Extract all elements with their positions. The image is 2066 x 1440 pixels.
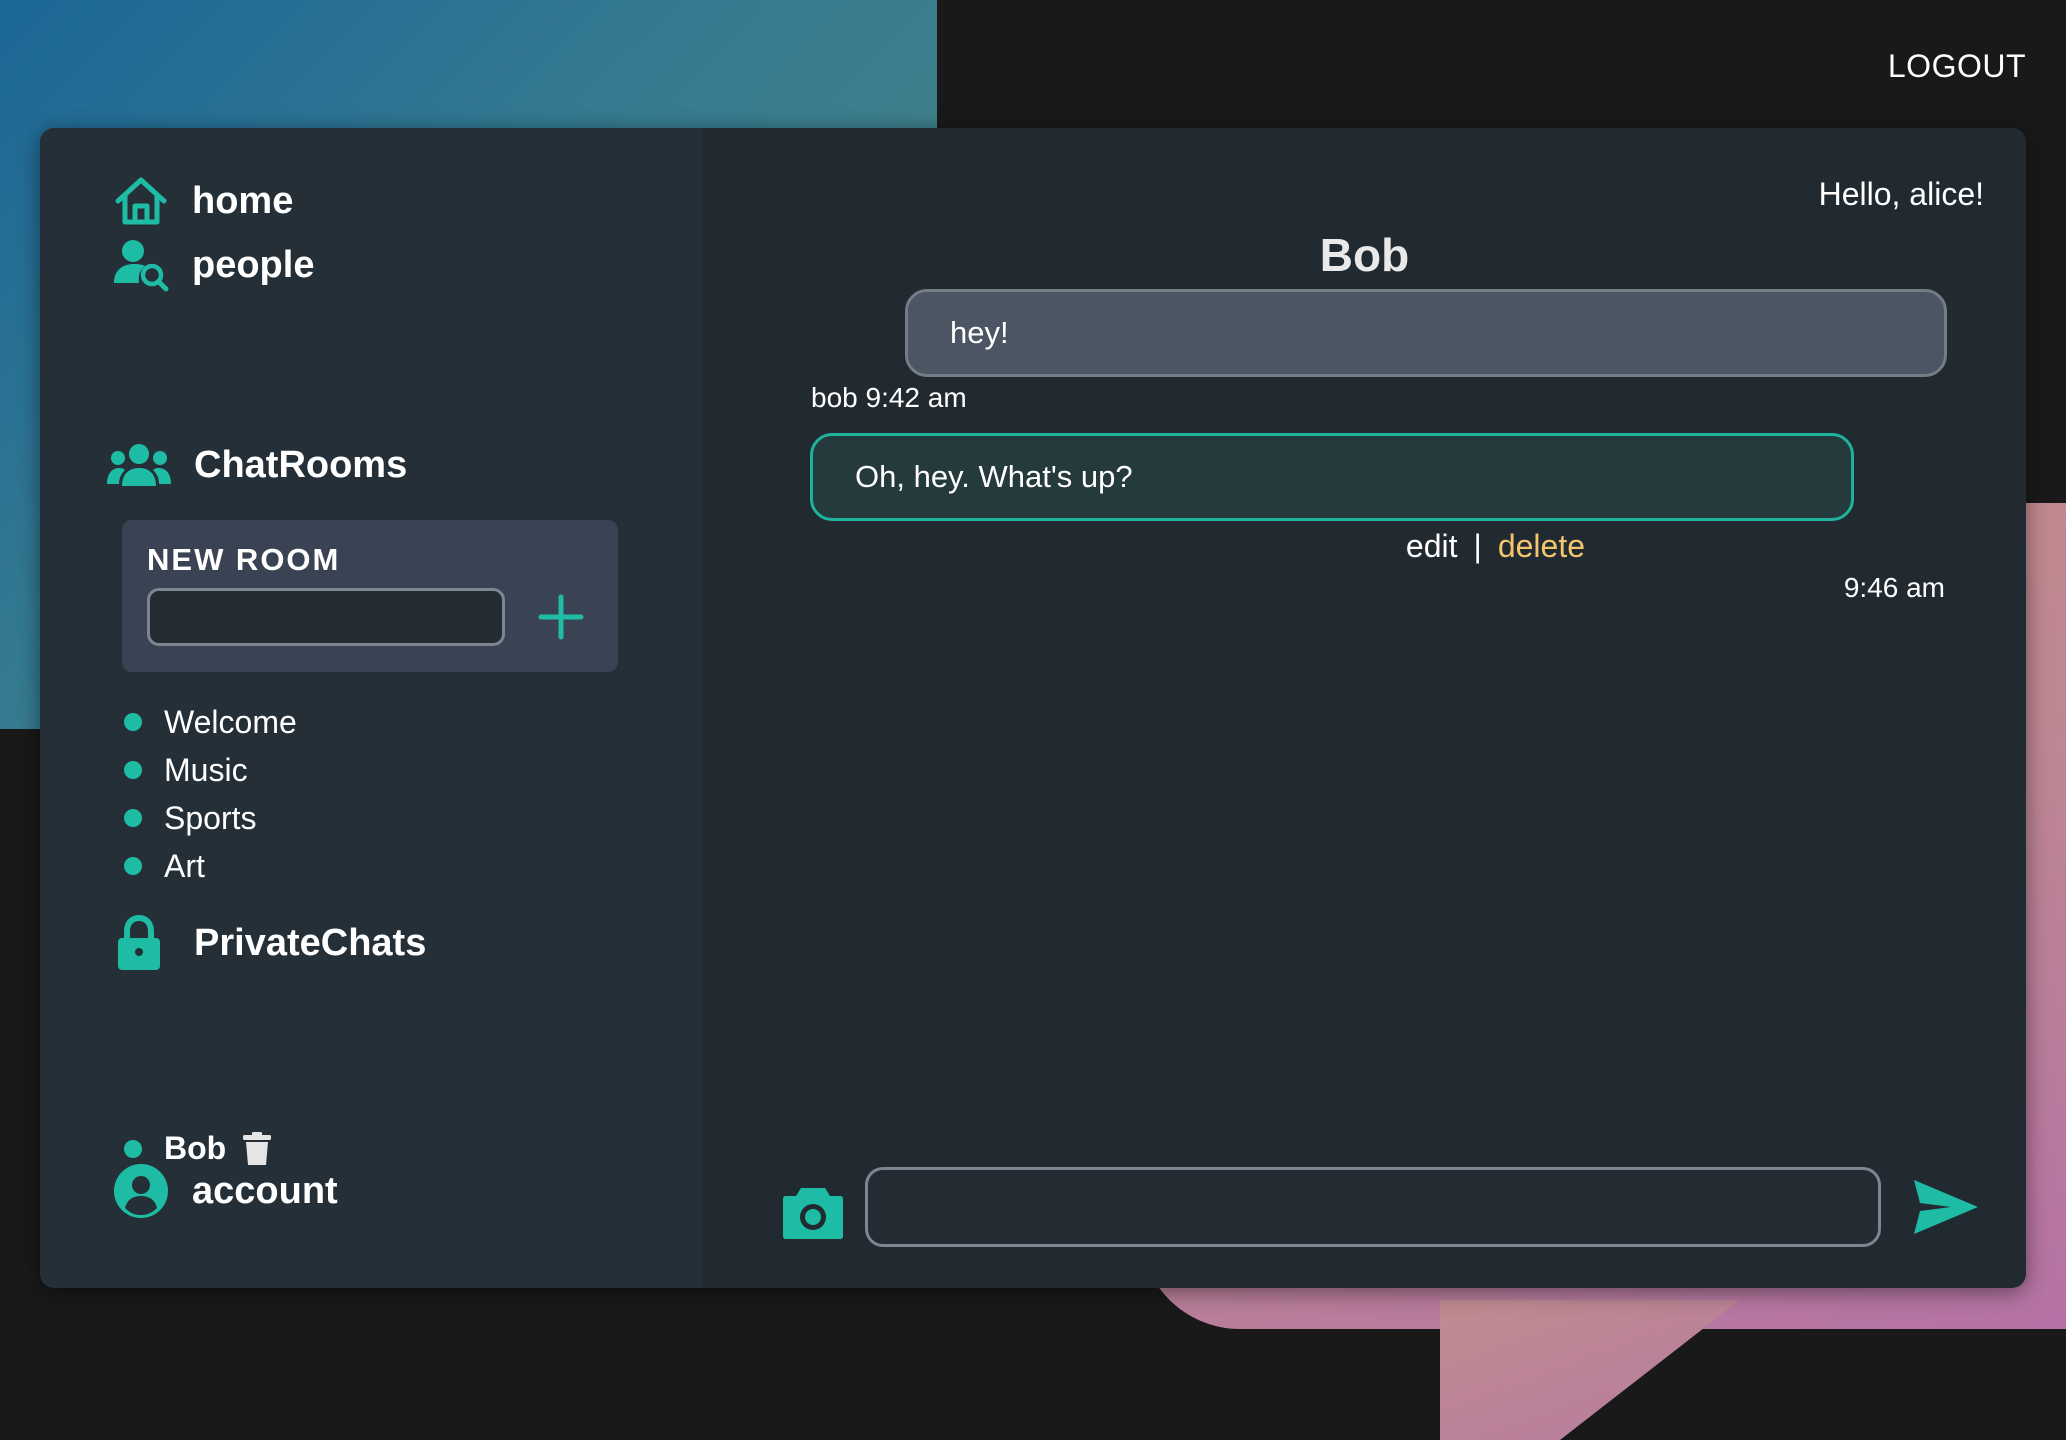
room-label: Sports xyxy=(164,799,257,836)
user-circle-icon xyxy=(110,1160,172,1222)
nav-people-label: people xyxy=(192,243,315,286)
home-icon xyxy=(110,170,172,232)
room-bullet xyxy=(124,857,142,875)
people-search-icon xyxy=(110,234,172,296)
camera-icon xyxy=(783,1188,843,1239)
sidebar: home people ChatRooms NEW ROOM Welcome M… xyxy=(40,128,703,1288)
chatrooms-title: ChatRooms xyxy=(194,443,408,486)
privatechats-header: PrivateChats xyxy=(104,908,426,978)
room-list: Welcome Music Sports Art xyxy=(122,698,297,890)
outgoing-message-bubble: Oh, hey. What's up? xyxy=(810,433,1854,521)
private-chat-bullet xyxy=(124,1139,142,1158)
outgoing-message-meta: 9:46 am xyxy=(1843,572,1945,603)
chat-title: Bob xyxy=(1319,229,1410,281)
send-icon xyxy=(1914,1180,1978,1234)
chatrooms-header: ChatRooms xyxy=(104,430,407,500)
room-bullet xyxy=(124,809,142,827)
message-input[interactable] xyxy=(865,1167,1881,1247)
attach-image-button[interactable] xyxy=(781,1180,845,1244)
new-room-input[interactable] xyxy=(147,588,505,646)
room-bullet xyxy=(124,761,142,779)
greeting-text: Hello, alice! xyxy=(1818,176,1984,212)
add-room-button[interactable] xyxy=(532,588,590,646)
room-item-music[interactable]: Music xyxy=(122,746,297,794)
lock-icon xyxy=(104,908,174,978)
message-text: Oh, hey. What's up? xyxy=(855,459,1133,494)
chat-panel: Hello, alice! Bob hey! bob 9:42 am Oh, h… xyxy=(703,128,2026,1288)
message-actions: edit | delete xyxy=(1406,528,1585,565)
message-text: hey! xyxy=(950,315,1009,350)
send-button[interactable] xyxy=(1911,1174,1981,1240)
room-item-art[interactable]: Art xyxy=(122,842,297,890)
nav-home[interactable]: home xyxy=(110,170,293,232)
background-pink-tail xyxy=(1440,1300,1740,1440)
room-item-sports[interactable]: Sports xyxy=(122,794,297,842)
room-bullet xyxy=(124,713,142,731)
plus-icon xyxy=(538,594,584,640)
room-item-welcome[interactable]: Welcome xyxy=(122,698,297,746)
room-label: Welcome xyxy=(164,703,297,740)
new-room-title: NEW ROOM xyxy=(147,542,341,577)
new-room-panel: NEW ROOM xyxy=(122,520,618,672)
logout-button[interactable]: LOGOUT xyxy=(1888,48,2026,85)
room-label: Art xyxy=(164,847,205,884)
action-separator: | xyxy=(1473,528,1482,564)
nav-account[interactable]: account xyxy=(110,1160,338,1222)
incoming-message-meta: bob 9:42 am xyxy=(811,382,967,413)
group-icon xyxy=(104,430,174,500)
room-label: Music xyxy=(164,751,248,788)
privatechats-title: PrivateChats xyxy=(194,921,427,964)
edit-message-link[interactable]: edit xyxy=(1406,528,1458,565)
app-window: home people ChatRooms NEW ROOM Welcome M… xyxy=(40,128,2026,1288)
nav-home-label: home xyxy=(192,179,294,222)
incoming-message-bubble: hey! xyxy=(905,289,1947,377)
nav-people[interactable]: people xyxy=(110,234,314,296)
delete-message-link[interactable]: delete xyxy=(1498,528,1585,565)
nav-account-label: account xyxy=(192,1169,338,1212)
